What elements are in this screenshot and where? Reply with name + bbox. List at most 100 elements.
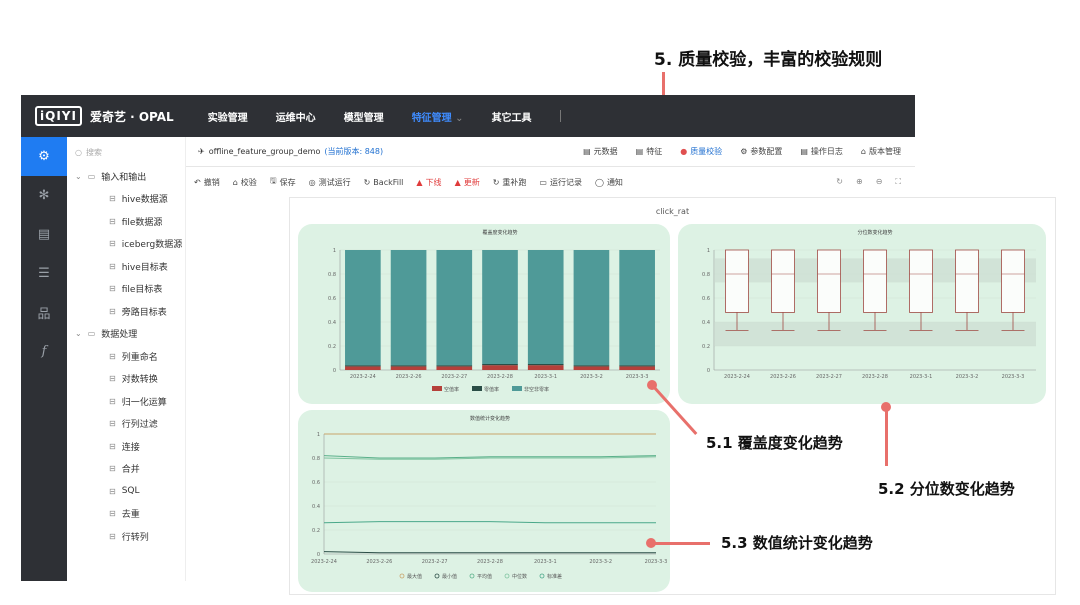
legend-swatch (432, 386, 442, 391)
nav-ops-center[interactable]: 运维中心 (276, 109, 316, 124)
tree-item-io-5[interactable]: ⊟ 旁路目标表 (67, 300, 185, 323)
x-tick-label: 2023-3-2 (956, 374, 979, 380)
tree-search[interactable]: ○ 搜索 (75, 145, 179, 159)
box (955, 249, 979, 313)
test-run-icon: ◎ (308, 177, 316, 187)
tree-item-label: 对数转换 (121, 375, 158, 386)
update-icon: ▲ (454, 177, 461, 187)
y-tick-label: 0 (317, 552, 320, 558)
table-icon: ⊟ (109, 284, 116, 294)
rerun-button[interactable]: ↻ 重补跑 (493, 175, 527, 189)
x-tick-label: 2023-3-1 (534, 374, 557, 380)
legend-label: 零值率 (484, 386, 499, 393)
document-icon[interactable]: ▤ (21, 215, 67, 254)
tab-params[interactable]: ⚙ 参数配置 (740, 146, 782, 157)
undo-button[interactable]: ↶ 撤销 (194, 175, 220, 189)
tree-item-proc-7[interactable]: ⊟ 去重 (67, 503, 185, 526)
quality-check-icon: ● (680, 147, 688, 156)
tree-group-processing[interactable]: ⌄ ▭ 数据处理 (67, 323, 185, 346)
tree-search-input[interactable]: 搜索 (86, 147, 102, 158)
update-button[interactable]: ▲ 更新 (455, 175, 480, 189)
nav-experiment[interactable]: 实验管理 (208, 109, 248, 124)
tab-metadata[interactable]: ▤ 元数据 (583, 146, 618, 157)
tree-item-proc-8[interactable]: ⊟ 行转列 (67, 525, 185, 548)
toolbar-label: 测试运行 (318, 177, 351, 187)
validate-button[interactable]: ⌂ 校验 (233, 175, 257, 189)
table-icon: ⊟ (109, 306, 116, 316)
bar-零值率 (436, 365, 473, 367)
tree-item-io-2[interactable]: ⊟ iceberg数据源 (67, 233, 185, 256)
backfill-button[interactable]: ↻ BackFill (364, 175, 404, 189)
tree-item-io-0[interactable]: ⊟ hive数据源 (67, 188, 185, 211)
pin-icon: ✈ (198, 147, 205, 156)
run-log-button[interactable]: ▭ 运行记录 (539, 175, 582, 189)
chevron-down-icon: ⌄ (455, 112, 464, 124)
tree-item-proc-1[interactable]: ⊟ 对数转换 (67, 368, 185, 391)
toolbar: ↶ 撤销 ⌂ 校验 🖫 保存 ◎ 测试运行 ↻ BackFill ▲ 下线 ▲ 更新 ↻ 重补跑 ▭ 运行记录 ◯ 通… (186, 167, 915, 197)
legend-marker (504, 573, 510, 579)
tab-oplog[interactable]: ▤ 操作日志 (800, 146, 843, 157)
tab-quality-check[interactable]: ● 质量校验 (680, 146, 722, 157)
table-icon: ⊟ (109, 194, 116, 204)
list-icon[interactable]: ☰ (21, 254, 67, 293)
x-tick-label: 2023-2-27 (422, 559, 448, 565)
gear-icon[interactable]: ✻ (21, 176, 67, 215)
y-tick-label: 0.4 (312, 504, 320, 510)
nav-feature[interactable]: 特征管理 ⌄ (412, 109, 464, 124)
bar-零值率 (619, 365, 655, 367)
presentation-slide: 5. 质量校验，丰富的校验规则 iQIYI 爱奇艺 · OPAL 实验管理 运维… (0, 0, 1080, 605)
tab-label: 质量校验 (690, 147, 723, 156)
zoom-out-icon[interactable]: ⊖ (876, 177, 883, 187)
tree-item-label: 旁路目标表 (121, 307, 167, 318)
tree-item-proc-2[interactable]: ⊟ 归一化运算 (67, 390, 185, 413)
bar-非空非零率 (482, 250, 518, 364)
tree-item-proc-4[interactable]: ⊟ 连接 (67, 435, 185, 458)
fullscreen-icon[interactable]: ⛶ (895, 177, 901, 187)
doc-tab[interactable]: ✈ offline_feature_group_demo (当前版本: 848) (198, 146, 383, 157)
metadata-icon: ▤ (583, 147, 591, 156)
y-tick-label: 1 (707, 248, 710, 254)
tree-item-proc-6[interactable]: ⊟ SQL (67, 480, 185, 503)
offline-button[interactable]: ▲ 下线 (416, 175, 441, 189)
toolbar-label: 更新 (463, 177, 480, 187)
y-tick-label: 0.8 (328, 272, 336, 278)
toolbar-label: 重补跑 (502, 177, 527, 187)
tree-item-io-4[interactable]: ⊟ file目标表 (67, 278, 185, 301)
chevron-down-icon: ⌄ (75, 171, 82, 181)
coverage-chart: 0 0.2 0.4 0.6 0.8 1 覆盖度变化趋势 2023-2-24 2023-2-26 2… (328, 229, 660, 393)
test-run-button[interactable]: ◎ 测试运行 (309, 175, 351, 189)
toolbar-label: 保存 (279, 177, 296, 187)
function-icon[interactable]: f (21, 332, 67, 371)
tree-item-proc-3[interactable]: ⊟ 行列过滤 (67, 413, 185, 436)
chart-title: 覆盖度变化趋势 (482, 229, 517, 236)
x-tick-label: 2023-2-27 (816, 374, 842, 380)
tree-item-io-3[interactable]: ⊟ hive目标表 (67, 255, 185, 278)
tree-item-io-1[interactable]: ⊟ file数据源 (67, 210, 185, 233)
bar-空值率 (527, 365, 564, 370)
x-tick-label: 2023-2-28 (487, 374, 513, 380)
tree-group-io[interactable]: ⌄ ▭ 输入和输出 (67, 165, 185, 188)
nav-model[interactable]: 模型管理 (344, 109, 384, 124)
coverage-annotation: 5.1 覆盖度变化趋势 (706, 434, 843, 452)
tree-item-proc-0[interactable]: ⊟ 列重命名 (67, 345, 185, 368)
zoom-in-icon[interactable]: ⊕ (856, 177, 863, 187)
tree-item-proc-5[interactable]: ⊟ 合并 (67, 458, 185, 481)
legend-marker (469, 573, 475, 579)
x-tick-label: 2023-2-26 (366, 559, 392, 565)
table-icon: ⊟ (109, 216, 116, 226)
org-chart-icon[interactable]: 品 (21, 293, 67, 332)
refresh-icon[interactable]: ↻ (836, 177, 843, 187)
notify-button[interactable]: ◯ 通知 (595, 175, 623, 189)
x-tick-label: 2023-2-27 (441, 374, 467, 380)
save-button[interactable]: 🖫 保存 (270, 175, 296, 189)
tab-label: 特征 (646, 147, 663, 156)
y-tick-label: 1 (317, 432, 320, 438)
table-icon: ⊟ (109, 396, 116, 406)
settings-icon[interactable]: ⚙ (21, 137, 67, 176)
nav-other-tools[interactable]: 其它工具 (492, 109, 532, 124)
tab-version[interactable]: ⌂ 版本管理 (861, 146, 901, 157)
tab-feature[interactable]: ▤ 特征 (636, 146, 663, 157)
y-tick-label: 0 (333, 368, 336, 374)
params-icon: ⚙ (740, 147, 748, 156)
y-tick-label: 0.2 (702, 344, 710, 350)
